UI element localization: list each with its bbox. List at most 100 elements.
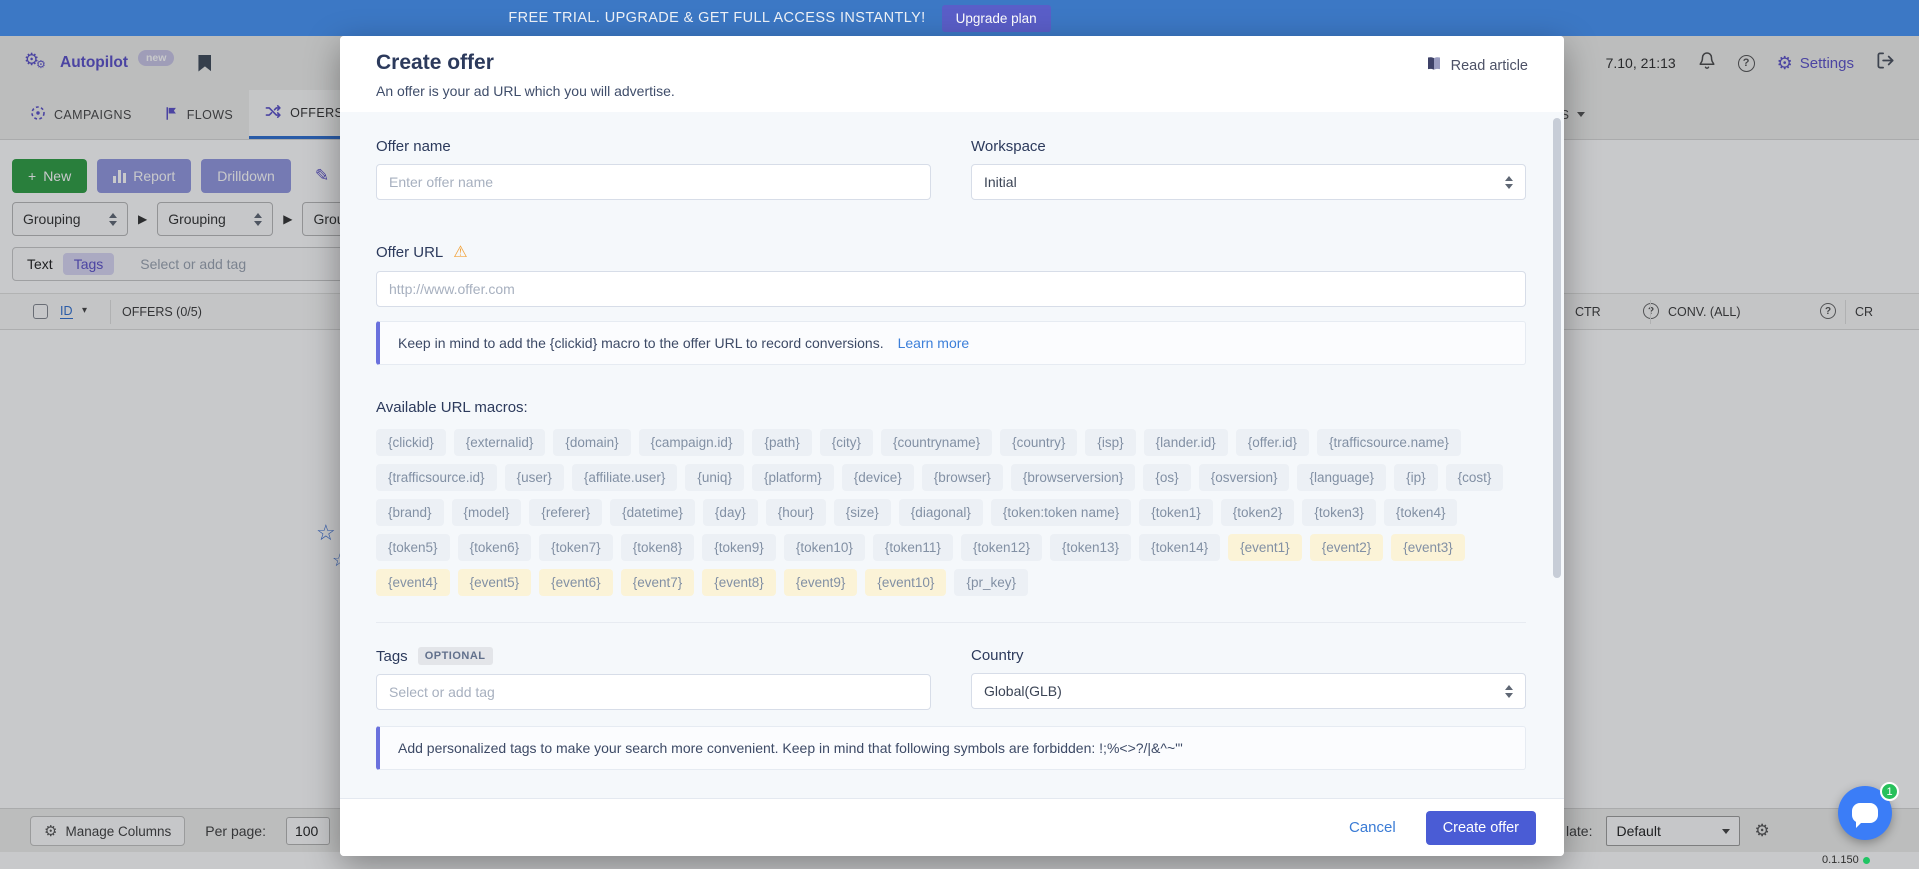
modal-title: Create offer — [376, 51, 675, 75]
macro-chip[interactable]: {ip} — [1394, 464, 1438, 491]
macro-chip[interactable]: {diagonal} — [899, 499, 983, 526]
country-label: Country — [971, 647, 1526, 664]
macro-chip[interactable]: {city} — [820, 429, 873, 456]
macro-chip[interactable]: {event10} — [865, 569, 946, 596]
macro-chip[interactable]: {isp} — [1085, 429, 1135, 456]
status-dot — [1863, 857, 1870, 864]
offer-url-label: Offer URL — [376, 244, 443, 261]
macro-chip[interactable]: {event2} — [1310, 534, 1384, 561]
macro-chip[interactable]: {token9} — [702, 534, 776, 561]
macro-chip[interactable]: {event3} — [1391, 534, 1465, 561]
tags-label-row: Tags OPTIONAL — [376, 647, 931, 665]
tags-label: Tags — [376, 648, 408, 665]
modal-header: Create offer An offer is your ad URL whi… — [340, 36, 1564, 112]
macro-chip[interactable]: {os} — [1143, 464, 1190, 491]
cancel-button[interactable]: Cancel — [1349, 819, 1396, 836]
macro-chip[interactable]: {token7} — [539, 534, 613, 561]
macro-chip[interactable]: {event8} — [702, 569, 776, 596]
macro-chip[interactable]: {token5} — [376, 534, 450, 561]
workspace-field-group: Workspace Initial — [971, 138, 1526, 200]
macro-chip[interactable]: {user} — [505, 464, 564, 491]
create-offer-button[interactable]: Create offer — [1426, 811, 1536, 845]
macro-chip[interactable]: {pr_key} — [954, 569, 1028, 596]
macro-chip[interactable]: {referer} — [529, 499, 602, 526]
macro-chip[interactable]: {token11} — [873, 534, 953, 561]
learn-more-link[interactable]: Learn more — [898, 335, 970, 351]
macro-chip[interactable]: {token13} — [1050, 534, 1131, 561]
macro-chip[interactable]: {token10} — [784, 534, 865, 561]
macro-chip[interactable]: {path} — [752, 429, 811, 456]
macro-chip[interactable]: {event9} — [784, 569, 858, 596]
macros-label: Available URL macros: — [376, 399, 1526, 416]
macro-chip[interactable]: {event1} — [1228, 534, 1302, 561]
version-info: 0.1.150 — [1822, 854, 1870, 866]
read-article-label: Read article — [1451, 58, 1528, 74]
macro-chip[interactable]: {event6} — [539, 569, 613, 596]
chat-unread-badge: 1 — [1880, 782, 1899, 801]
country-select[interactable]: Global(GLB) — [971, 673, 1526, 709]
promo-banner-inner: FREE TRIAL. UPGRADE & GET FULL ACCESS IN… — [508, 5, 1050, 32]
macro-chip[interactable]: {trafficsource.name} — [1317, 429, 1461, 456]
macro-chip[interactable]: {browser} — [922, 464, 1003, 491]
macro-chip[interactable]: {event7} — [621, 569, 695, 596]
macro-chip[interactable]: {osversion} — [1199, 464, 1290, 491]
macro-chip[interactable]: {browserversion} — [1011, 464, 1136, 491]
macro-chip[interactable]: {token3} — [1302, 499, 1376, 526]
updown-chevrons-icon — [1505, 176, 1513, 189]
offer-url-label-row: Offer URL ⚠ — [376, 242, 1526, 262]
offer-name-label: Offer name — [376, 138, 931, 155]
macro-chip[interactable]: {uniq} — [685, 464, 744, 491]
macro-chip[interactable]: {language} — [1297, 464, 1386, 491]
macro-chip[interactable]: {externalid} — [454, 429, 546, 456]
macro-chip[interactable]: {hour} — [766, 499, 826, 526]
offer-name-field-group: Offer name — [376, 138, 931, 200]
macro-chip[interactable]: {token:token name} — [991, 499, 1131, 526]
macro-chip[interactable]: {trafficsource.id} — [376, 464, 497, 491]
promo-text: FREE TRIAL. UPGRADE & GET FULL ACCESS IN… — [508, 10, 925, 26]
macro-chip[interactable]: {token8} — [621, 534, 695, 561]
tags-input[interactable] — [376, 674, 931, 710]
upgrade-plan-button[interactable]: Upgrade plan — [942, 5, 1051, 32]
name-workspace-row: Offer name Workspace Initial — [376, 138, 1526, 200]
macro-chip[interactable]: {country} — [1000, 429, 1077, 456]
macro-chip[interactable]: {platform} — [752, 464, 834, 491]
read-article-link[interactable]: Read article — [1425, 56, 1528, 76]
macro-chip[interactable]: {affiliate.user} — [572, 464, 678, 491]
macro-chip[interactable]: {token14} — [1139, 534, 1220, 561]
create-offer-modal: Create offer An offer is your ad URL whi… — [340, 36, 1564, 856]
url-macros-list: {clickid} {externalid} {domain} {campaign.i… — [376, 429, 1526, 596]
macro-chip[interactable]: {event4} — [376, 569, 450, 596]
macro-chip[interactable]: {campaign.id} — [639, 429, 745, 456]
macro-chip[interactable]: {countryname} — [881, 429, 992, 456]
macro-chip[interactable]: {token1} — [1139, 499, 1213, 526]
offer-url-input[interactable] — [376, 271, 1526, 307]
modal-header-text: Create offer An offer is your ad URL whi… — [376, 51, 675, 99]
macro-chip[interactable]: {cost} — [1446, 464, 1504, 491]
version-number: 0.1.150 — [1822, 854, 1859, 866]
macro-chip[interactable]: {token4} — [1384, 499, 1458, 526]
macro-chip[interactable]: {brand} — [376, 499, 444, 526]
macro-chip[interactable]: {token2} — [1221, 499, 1295, 526]
macro-chip[interactable]: {event5} — [458, 569, 532, 596]
macro-chip[interactable]: {token6} — [458, 534, 532, 561]
workspace-select-value: Initial — [984, 174, 1017, 190]
macro-chip[interactable]: {clickid} — [376, 429, 446, 456]
macro-chip[interactable]: {datetime} — [610, 499, 695, 526]
workspace-select[interactable]: Initial — [971, 164, 1526, 200]
macro-chip[interactable]: {device} — [842, 464, 914, 491]
macro-chip[interactable]: {day} — [703, 499, 758, 526]
macro-chip[interactable]: {lander.id} — [1144, 429, 1228, 456]
warning-icon: ⚠ — [453, 242, 467, 262]
macro-chip[interactable]: {token12} — [961, 534, 1042, 561]
macro-chip[interactable]: {offer.id} — [1236, 429, 1309, 456]
modal-subtitle: An offer is your ad URL which you will a… — [376, 83, 675, 99]
macro-chip[interactable]: {domain} — [553, 429, 630, 456]
offer-name-input[interactable] — [376, 164, 931, 200]
tags-country-row: Tags OPTIONAL Country Global(GLB) — [376, 622, 1526, 710]
macro-chip[interactable]: {model} — [452, 499, 522, 526]
offer-url-field-group: Offer URL ⚠ Keep in mind to add the {cli… — [376, 242, 1526, 365]
modal-footer: Cancel Create offer — [340, 798, 1564, 856]
book-icon — [1425, 56, 1443, 76]
macro-chip[interactable]: {size} — [834, 499, 891, 526]
modal-scrollbar[interactable] — [1553, 118, 1561, 578]
